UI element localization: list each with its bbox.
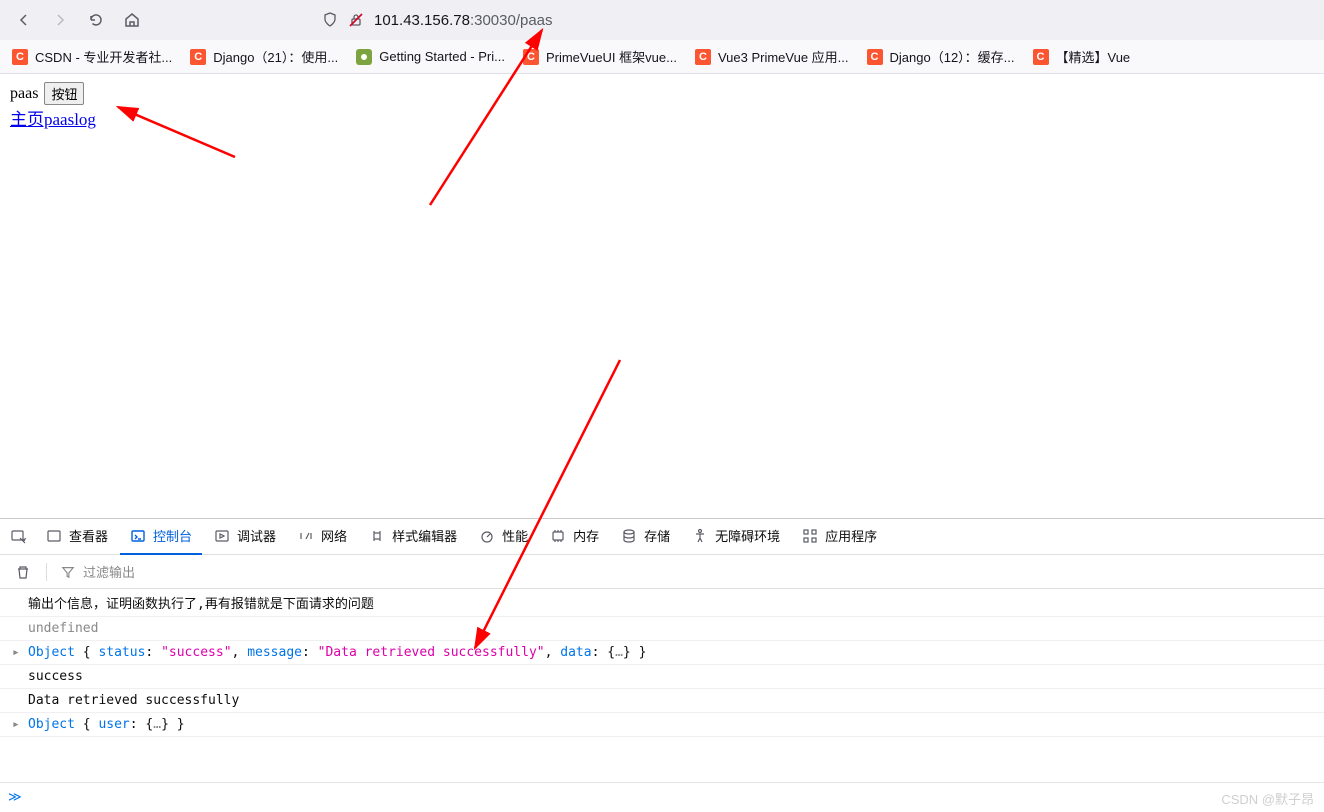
home-button[interactable]: [116, 4, 148, 36]
page-content: paas 按钮 主页paaslog: [0, 74, 1324, 138]
browser-toolbar: 101.43.156.78:30030/paas: [0, 0, 1324, 40]
reload-button[interactable]: [80, 4, 112, 36]
watermark: CSDN @默子昂: [1221, 789, 1314, 808]
lock-insecure-icon: [348, 12, 364, 28]
back-button[interactable]: [8, 4, 40, 36]
shield-icon: [322, 12, 338, 28]
tab-styles[interactable]: 样式编辑器: [359, 519, 467, 555]
bookmark-item[interactable]: CDjango（21）：使用...: [184, 43, 344, 70]
favicon-prime-icon: [356, 49, 372, 65]
homepage-link[interactable]: 主页paaslog: [10, 110, 96, 129]
expand-arrow-icon[interactable]: ▸: [12, 645, 22, 660]
bookmark-item[interactable]: CPrimeVueUI 框架vue...: [517, 43, 683, 70]
console-line[interactable]: 输出个信息，证明函数执行了,再有报错就是下面请求的问题: [0, 589, 1324, 617]
tab-console[interactable]: 控制台: [120, 519, 202, 555]
tab-debugger[interactable]: 调试器: [204, 519, 286, 555]
console-subbar: 过滤输出: [0, 555, 1324, 589]
tab-a11y[interactable]: 无障碍环境: [682, 519, 790, 555]
url-text: 101.43.156.78:30030/paas: [374, 12, 553, 29]
tab-storage[interactable]: 存储: [611, 519, 680, 555]
page-text: paas: [10, 85, 38, 103]
tab-network[interactable]: 网络: [288, 519, 357, 555]
favicon-csdn-icon: C: [1033, 49, 1049, 65]
devtools-panel: 查看器 控制台 调试器 网络 样式编辑器 性能 内存 存储 无障碍环境 应用程序…: [0, 518, 1324, 812]
tab-apps[interactable]: 应用程序: [792, 519, 887, 555]
bookmark-item[interactable]: Getting Started - Pri...: [350, 45, 511, 69]
console-output: 输出个信息，证明函数执行了,再有报错就是下面请求的问题 undefined ▸ …: [0, 589, 1324, 782]
tab-memory[interactable]: 内存: [540, 519, 609, 555]
bookmark-item[interactable]: CCSDN - 专业开发者社...: [6, 43, 178, 70]
favicon-csdn-icon: C: [190, 49, 206, 65]
bookmark-item[interactable]: CVue3 PrimeVue 应用...: [689, 43, 855, 70]
expand-arrow-icon[interactable]: ▸: [12, 717, 22, 732]
favicon-csdn-icon: C: [867, 49, 883, 65]
tab-inspector[interactable]: 查看器: [36, 519, 118, 555]
console-line-object[interactable]: ▸ Object { user: {…} }: [0, 713, 1324, 737]
console-line[interactable]: success: [0, 665, 1324, 689]
console-filter-input[interactable]: 过滤输出: [55, 562, 1316, 581]
console-input[interactable]: ≫: [0, 782, 1324, 812]
bookmarks-bar: CCSDN - 专业开发者社... CDjango（21）：使用... Gett…: [0, 40, 1324, 74]
favicon-csdn-icon: C: [523, 49, 539, 65]
button[interactable]: 按钮: [44, 82, 84, 105]
console-line-object[interactable]: ▸ Object { status: "success", message: "…: [0, 641, 1324, 665]
devtools-toolbar: 查看器 控制台 调试器 网络 样式编辑器 性能 内存 存储 无障碍环境 应用程序: [0, 519, 1324, 555]
clear-console-button[interactable]: [8, 557, 38, 587]
inspector-picker-icon[interactable]: [4, 522, 34, 552]
console-line[interactable]: undefined: [0, 617, 1324, 641]
url-bar[interactable]: 101.43.156.78:30030/paas: [312, 4, 912, 36]
favicon-csdn-icon: C: [12, 49, 28, 65]
bookmark-item[interactable]: CDjango（12）：缓存...: [861, 43, 1021, 70]
filter-icon: [61, 565, 75, 579]
favicon-csdn-icon: C: [695, 49, 711, 65]
console-line[interactable]: Data retrieved successfully: [0, 689, 1324, 713]
bookmark-item[interactable]: C【精选】Vue: [1027, 43, 1137, 70]
tab-performance[interactable]: 性能: [469, 519, 538, 555]
forward-button[interactable]: [44, 4, 76, 36]
